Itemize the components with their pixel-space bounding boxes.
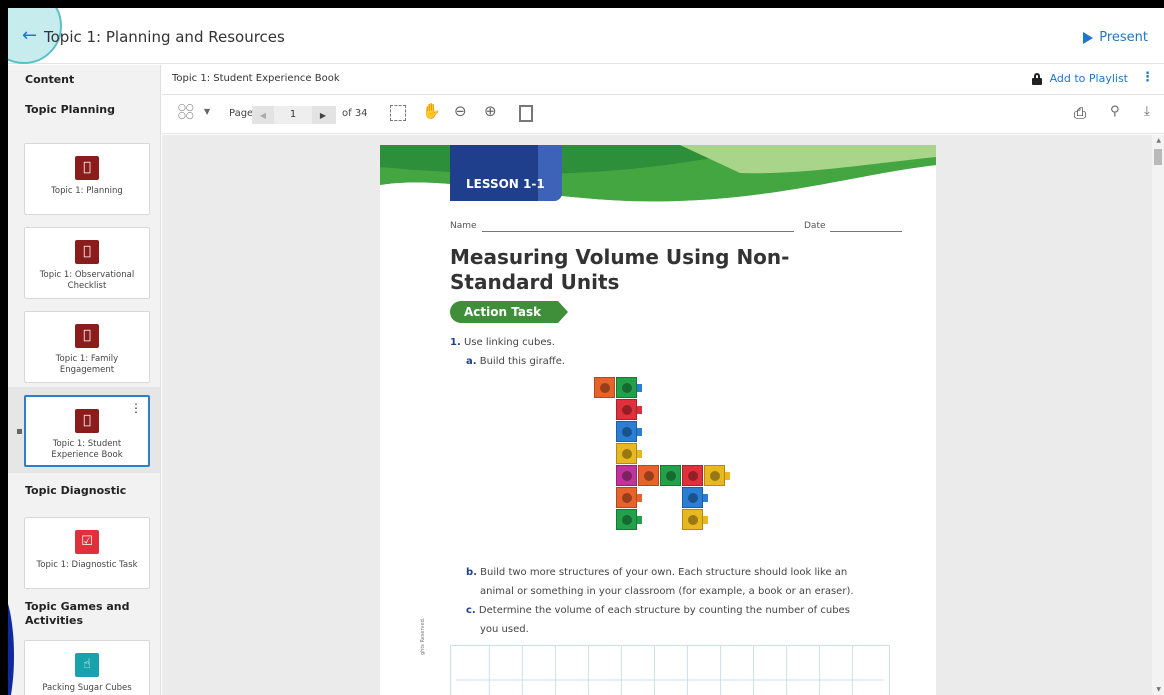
- scrollbar-thumb[interactable]: [1154, 149, 1162, 165]
- question-1b-line1: b. Build two more structures of your own…: [466, 563, 847, 582]
- zoom-out-icon[interactable]: ⊖: [454, 102, 467, 120]
- card-label: Topic 1: Diagnostic Task: [36, 560, 138, 570]
- card-label: Topic 1: Student Experience Book: [51, 439, 123, 460]
- card-label: Topic 1: Planning: [51, 186, 123, 196]
- sidebar-card-family-engagement[interactable]:  Topic 1: Family Engagement: [24, 311, 150, 383]
- checkbox-icon: ☑: [75, 530, 99, 554]
- prev-page-icon[interactable]: ◀: [252, 111, 274, 120]
- zoom-in-icon[interactable]: ⊕: [484, 102, 497, 120]
- question-1c-line1: c. Determine the volume of each structur…: [466, 601, 850, 620]
- section-topic-planning: Topic Planning: [25, 103, 115, 116]
- card-label: Packing Sugar Cubes: [42, 683, 132, 693]
- q1a-text: Build this giraffe.: [479, 356, 566, 367]
- name-label: Name: [450, 221, 477, 231]
- sidebar-card-planning[interactable]:  Topic 1: Planning: [24, 143, 150, 215]
- add-to-playlist-button[interactable]: Add to Playlist: [1031, 72, 1128, 85]
- page-label: Page: [229, 108, 254, 119]
- scroll-down-icon[interactable]: ▼: [1156, 686, 1161, 693]
- scroll-up-icon[interactable]: ▲: [1156, 137, 1161, 144]
- date-rule: [830, 231, 902, 232]
- present-label: Present: [1099, 30, 1148, 45]
- card-label: Topic 1: Observational Checklist: [39, 270, 135, 291]
- sidebar-card-observational-checklist[interactable]:  Topic 1: Observational Checklist: [24, 227, 150, 299]
- play-icon: [1083, 31, 1094, 44]
- content-sidebar: Content Topic Planning  Topic 1: Planni…: [8, 65, 161, 695]
- app-window: ← Topic 1: Planning and Resources Presen…: [8, 8, 1164, 695]
- print-icon[interactable]: ⎙: [1074, 104, 1086, 122]
- copyright-text: ghts Reserved.: [420, 617, 426, 655]
- card-more-options-icon[interactable]: ⋮: [130, 402, 142, 414]
- sidebar-card-student-experience-book[interactable]: ⋮  Topic 1: Student Experience Book: [17, 395, 150, 467]
- question-1c-line2: you used.: [480, 624, 529, 635]
- q1b-letter: b.: [466, 567, 477, 578]
- vertical-scrollbar[interactable]: ▲ ▼: [1152, 135, 1164, 695]
- section-topic-games-activities: Topic Games and Activities: [25, 600, 130, 627]
- q1c-letter: c.: [466, 605, 476, 616]
- download-icon[interactable]: ⤓: [1144, 104, 1150, 119]
- giraffe-cubes-illustration: [590, 377, 740, 547]
- action-task-badge: Action Task: [450, 301, 568, 323]
- fit-page-icon[interactable]: [519, 105, 533, 122]
- sidebar-content-label: Content: [25, 73, 75, 86]
- viewer-toolbar: ○○ ○○ ▼ Page ◀ 1 ▶ of 34 ✋ ⊖ ⊕ ⎙ ⚲ ⤓: [162, 96, 1164, 134]
- lock-icon: [1031, 72, 1042, 85]
- page-number-input[interactable]: 1: [274, 106, 312, 124]
- marquee-select-icon[interactable]: [390, 105, 406, 121]
- pdf-page: LESSON 1-1 Name Date Measuring Volume Us…: [380, 145, 936, 695]
- question-1: 1. Use linking cubes.: [450, 333, 555, 352]
- name-rule: [482, 231, 794, 232]
- date-label: Date: [804, 221, 826, 231]
- apple-icon: : [75, 156, 99, 180]
- sidebar-card-diagnostic-task[interactable]: ☑ Topic 1: Diagnostic Task: [24, 517, 150, 589]
- q1c-text-1: Determine the volume of each structure b…: [478, 605, 850, 616]
- next-page-icon[interactable]: ▶: [312, 111, 334, 120]
- document-title: Topic 1: Student Experience Book: [172, 73, 340, 84]
- chevron-down-icon[interactable]: ▼: [204, 107, 210, 116]
- apple-icon: : [75, 240, 99, 264]
- card-label: Topic 1: Family Engagement: [55, 354, 119, 375]
- lesson-number: LESSON 1-1: [466, 177, 545, 191]
- answer-grid: [450, 645, 890, 695]
- sidebar-card-packing-sugar-cubes[interactable]: ☝ Packing Sugar Cubes: [24, 640, 150, 695]
- question-1b-line2: animal or something in your classroom (f…: [480, 586, 854, 597]
- q1a-letter: a.: [466, 356, 477, 367]
- search-icon[interactable]: ⚲: [1110, 104, 1120, 119]
- drag-handle-icon[interactable]: [17, 429, 22, 434]
- present-button[interactable]: Present: [1083, 30, 1148, 45]
- more-options-icon[interactable]: ⋮: [1141, 71, 1154, 85]
- hand-pan-icon[interactable]: ✋: [422, 102, 441, 120]
- page-total: of 34: [342, 108, 368, 119]
- apple-icon: : [75, 324, 99, 348]
- thumbnails-icon[interactable]: ○○ ○○: [178, 104, 194, 121]
- pointer-hand-icon: ☝: [75, 653, 99, 677]
- arrow-left-icon[interactable]: ←: [22, 26, 42, 46]
- q1b-text-1: Build two more structures of your own. E…: [480, 567, 848, 578]
- top-header: ← Topic 1: Planning and Resources Presen…: [8, 8, 1164, 64]
- question-1a: a. Build this giraffe.: [466, 352, 565, 371]
- document-viewer[interactable]: LESSON 1-1 Name Date Measuring Volume Us…: [162, 135, 1164, 695]
- page-title: Topic 1: Planning and Resources: [44, 28, 285, 46]
- document-bar: Topic 1: Student Experience Book Add to …: [162, 65, 1164, 95]
- lesson-tab-stripe: [538, 145, 562, 201]
- page-navigator[interactable]: ◀ 1 ▶: [252, 106, 336, 124]
- add-to-playlist-label: Add to Playlist: [1049, 72, 1128, 85]
- apple-icon: : [75, 409, 99, 433]
- section-topic-diagnostic: Topic Diagnostic: [25, 484, 127, 497]
- lesson-title: Measuring Volume Using Non-Standard Unit…: [450, 245, 790, 294]
- q1-text: Use linking cubes.: [463, 337, 555, 348]
- q1-number: 1.: [450, 337, 461, 348]
